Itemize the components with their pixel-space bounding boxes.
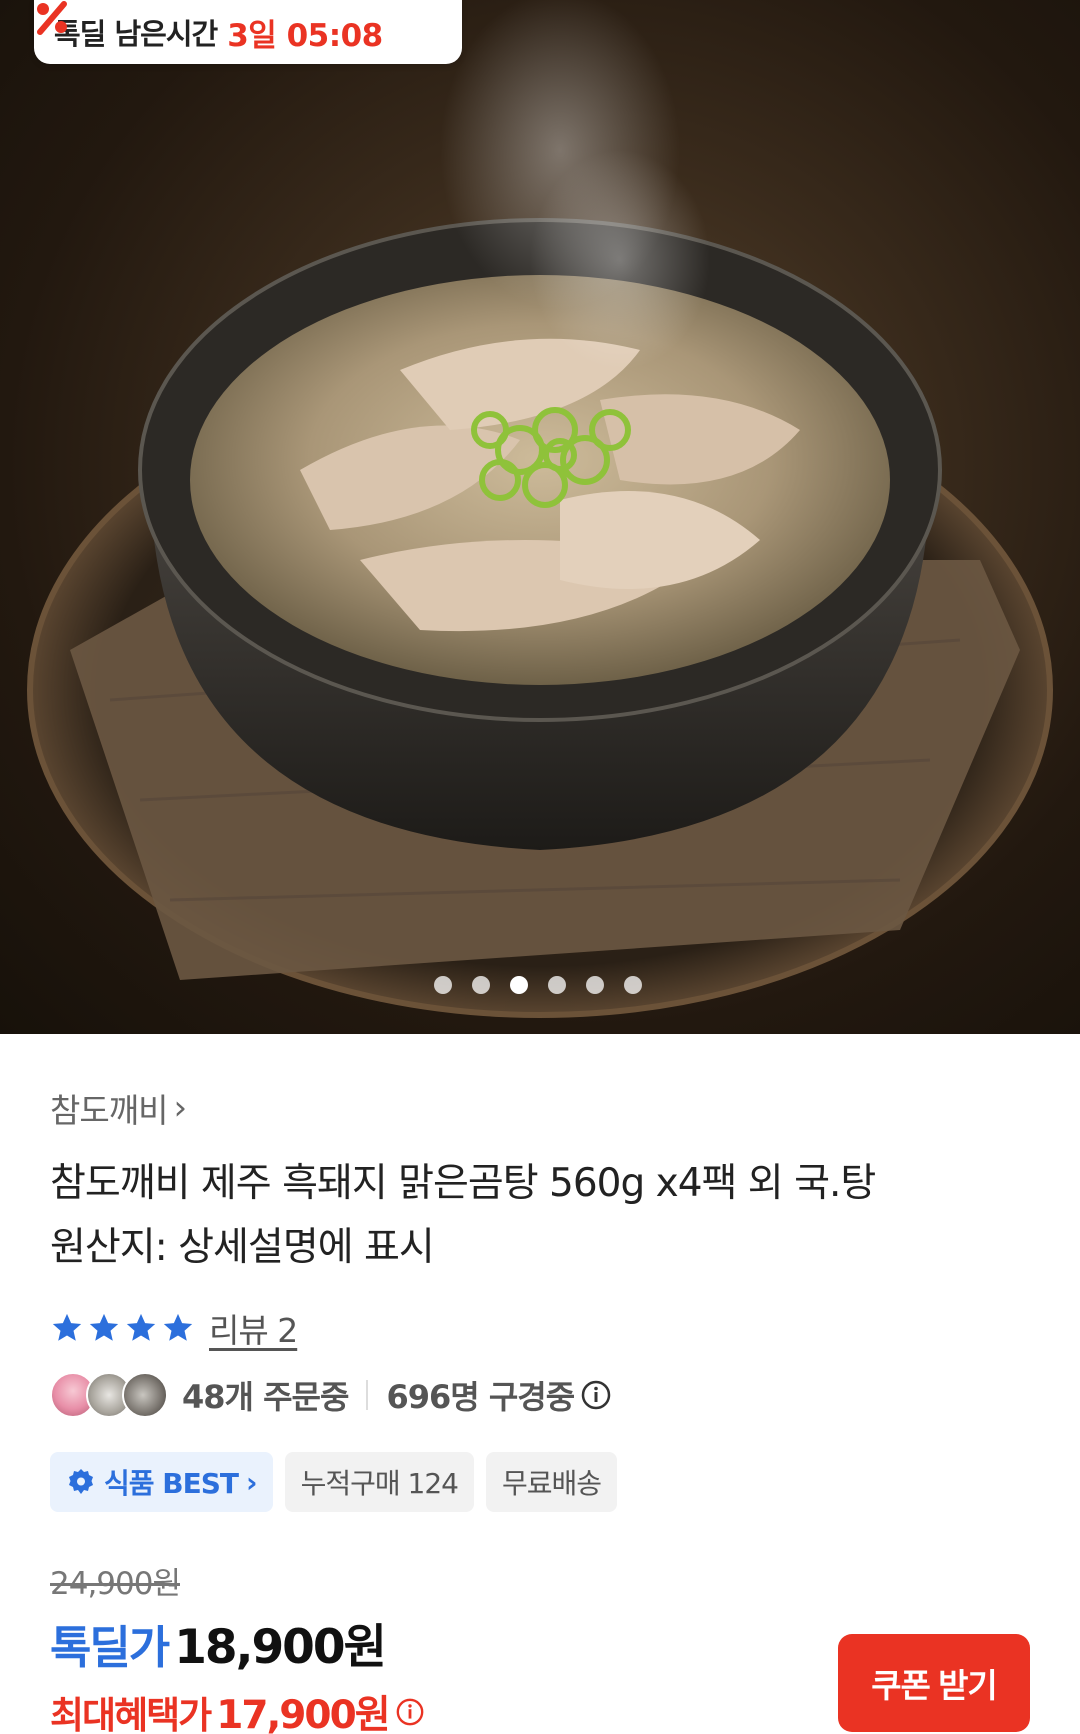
carousel-dot[interactable]	[548, 976, 566, 994]
max-benefit-price: 17,900원	[216, 1693, 390, 1734]
deal-price-row: 톡딜가 18,900원	[50, 1608, 387, 1677]
percent-icon	[37, 1, 67, 35]
star-icon	[52, 1313, 82, 1341]
deal-timer-banner: 톡딜 남은시간 3일 05:08	[34, 0, 462, 64]
product-info: 참도깨비 › 참도깨비 제주 흑돼지 맑은곰탕 560g x4팩 외 국.탕 원…	[0, 1034, 1080, 1734]
carousel-dot-active[interactable]	[510, 976, 528, 994]
carousel-dot[interactable]	[434, 976, 452, 994]
avatar	[122, 1372, 168, 1418]
product-image-carousel[interactable]: 톡딜 남은시간 3일 05:08	[0, 0, 1080, 1034]
deal-timer-label: 톡딜 남은시간	[54, 17, 218, 51]
star-rating	[50, 1311, 195, 1345]
info-icon[interactable]	[395, 1697, 425, 1727]
divider	[366, 1380, 369, 1410]
seller-link[interactable]: 참도깨비 ›	[50, 1084, 187, 1132]
soup-photo	[27, 0, 1053, 1018]
orders-count: 48개 주문중	[182, 1378, 349, 1416]
badge-gear-icon	[69, 1469, 93, 1494]
review-link[interactable]: 리뷰 2	[209, 1304, 298, 1352]
food-best-badge[interactable]: 식품 BEST ›	[50, 1452, 273, 1512]
info-icon[interactable]	[580, 1379, 612, 1411]
buyer-avatars	[50, 1372, 168, 1418]
rating-row: 리뷰 2	[50, 1304, 298, 1352]
product-origin: 원산지: 상세설명에 표시	[50, 1225, 435, 1270]
deal-price-label: 톡딜가	[50, 1621, 170, 1674]
original-price: 24,900원	[50, 1566, 181, 1602]
chevron-right-icon: ›	[173, 1088, 187, 1128]
free-shipping-label: 무료배송	[501, 1467, 602, 1500]
max-benefit-label: 최대혜택가	[50, 1694, 212, 1734]
seller-name: 참도깨비	[50, 1091, 168, 1130]
cumulative-purchase-label: 누적구매 124	[300, 1467, 459, 1500]
badge-row: 식품 BEST › 누적구매 124 무료배송	[50, 1452, 617, 1512]
star-icon	[163, 1313, 193, 1341]
star-icon	[126, 1313, 156, 1341]
free-shipping-badge: 무료배송	[485, 1452, 617, 1512]
carousel-indicator	[434, 976, 642, 994]
deal-price: 18,900원	[174, 1620, 387, 1675]
product-title: 참도깨비 제주 흑돼지 맑은곰탕 560g x4팩 외 국.탕 원산지: 상세설…	[50, 1152, 1010, 1280]
deal-countdown: 3일 05:08	[227, 17, 383, 54]
viewers-count: 696명 구경중	[386, 1378, 575, 1416]
badge-best-label: 식품 BEST	[104, 1467, 239, 1500]
carousel-dot[interactable]	[586, 976, 604, 994]
social-proof: 48개 주문중 696명 구경중	[50, 1372, 612, 1418]
cumulative-purchase-badge: 누적구매 124	[284, 1452, 474, 1512]
carousel-dot[interactable]	[624, 976, 642, 994]
carousel-dot[interactable]	[472, 976, 490, 994]
max-benefit-row: 최대혜택가 17,900원	[50, 1684, 425, 1734]
star-icon	[89, 1313, 119, 1341]
get-coupon-button[interactable]: 쿠폰 받기	[838, 1634, 1030, 1732]
product-title-main: 참도깨비 제주 흑돼지 맑은곰탕 560g x4팩 외 국.탕	[50, 1161, 876, 1206]
chevron-right-icon: ›	[246, 1465, 258, 1499]
